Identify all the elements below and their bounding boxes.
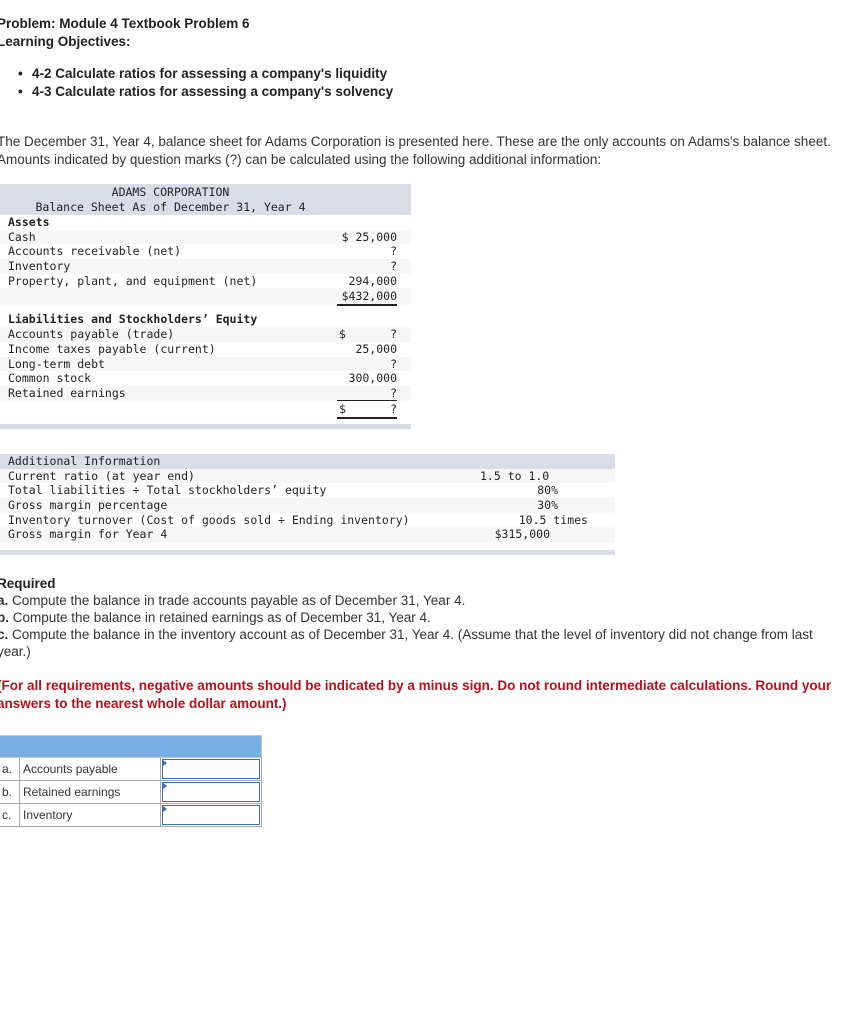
required-section: Required a. Compute the balance in trade… (0, 575, 847, 660)
balance-row: Retained earnings? (0, 385, 411, 401)
answer-table: a. Accounts payable b. Retained earnings… (0, 735, 262, 827)
row-label: Common stock (8, 371, 92, 386)
row-amount: ? (390, 244, 397, 259)
table-footer-bar (0, 423, 411, 429)
info-label: Total liabilities ÷ Total stockholders’ … (8, 483, 327, 498)
balance-sheet-subtitle: Balance Sheet As of December 31, Year 4 (35, 199, 306, 214)
currency-sign: $ (339, 327, 346, 342)
info-row: Current ratio (at year end) 1.5 to 1.0 (0, 468, 615, 484)
answer-table-header (0, 735, 262, 758)
assets-heading: Assets (0, 215, 411, 230)
learning-objectives-list: 4-2 Calculate ratios for assessing a com… (18, 65, 393, 101)
problem-intro: The December 31, Year 4, balance sheet f… (0, 134, 831, 167)
info-value: 1.5 to 1.0 (480, 468, 550, 483)
input-marker-icon (163, 760, 167, 766)
requirement-text: Compute the balance in trade accounts pa… (12, 593, 466, 608)
balance-row: Inventory? (0, 259, 411, 274)
info-label: Current ratio (at year end) (8, 468, 195, 483)
objective-item: 4-3 Calculate ratios for assessing a com… (18, 83, 393, 101)
row-amount: ? (337, 386, 397, 401)
balance-sheet: ADAMS CORPORATION Balance Sheet As of De… (0, 184, 411, 429)
requirement-letter: a. (0, 593, 9, 608)
assets-total: $432,000 (337, 288, 397, 307)
row-label: Cash (8, 229, 36, 244)
requirement-item: c. Compute the balance in the inventory … (0, 626, 847, 660)
info-value: 10.5 times (518, 512, 588, 527)
balance-row: Accounts receivable (net)? (0, 244, 411, 259)
info-value: $315,000 (494, 527, 550, 542)
additional-information: Additional Information Current ratio (at… (0, 454, 615, 555)
problem-header: Problem: Module 4 Textbook Problem 6 Lea… (0, 15, 250, 51)
liabilities-total-row: $? (0, 401, 411, 419)
info-label: Inventory turnover (Cost of goods sold ÷… (8, 512, 410, 527)
row-amount: $ 25,000 (341, 229, 397, 244)
info-row: Total liabilities ÷ Total stockholders’ … (0, 483, 615, 498)
amount-value: ? (390, 327, 397, 342)
balance-row: Property, plant, and equipment (net) 294,… (0, 274, 411, 289)
row-amount: $? (337, 327, 397, 342)
accounts-payable-input[interactable] (162, 759, 260, 779)
assets-total-row: $432,000 (0, 288, 411, 307)
row-label: Accounts payable (trade) (8, 327, 175, 342)
retained-earnings-input[interactable] (162, 782, 260, 802)
instructions-note: (For all requirements, negative amounts … (0, 678, 832, 711)
assets-heading-label: Assets (8, 215, 50, 229)
answer-label: Accounts payable (19, 757, 161, 781)
inventory-input[interactable] (162, 805, 260, 825)
problem-title: Problem: Module 4 Textbook Problem 6 (0, 16, 250, 31)
balance-row: Income taxes payable (current) 25,000 (0, 342, 411, 357)
row-label: Property, plant, and equipment (net) (8, 273, 258, 288)
requirement-text: Compute the balance in the inventory acc… (0, 627, 813, 659)
input-marker-icon (163, 783, 167, 789)
row-label: Long-term debt (8, 356, 105, 371)
additional-info-heading: Additional Information (0, 454, 615, 469)
answer-label: Inventory (19, 803, 161, 827)
requirement-letter: b. (0, 610, 9, 625)
row-amount: ? (390, 356, 397, 371)
requirement-text: Compute the balance in retained earnings… (12, 610, 431, 625)
info-row: Gross margin percentage 30% (0, 497, 615, 513)
row-amount: 300,000 (348, 371, 397, 386)
info-value: 80% (537, 483, 558, 498)
answer-letter: c. (0, 803, 20, 827)
requirement-letter: c. (0, 627, 9, 642)
liabilities-total: $? (337, 401, 397, 419)
info-label: Gross margin for Year 4 (8, 527, 168, 542)
balance-row: Long-term debt? (0, 356, 411, 372)
info-value: 30% (537, 497, 558, 512)
row-label: Inventory (8, 259, 71, 274)
balance-row: Accounts payable (trade) $? (0, 327, 411, 342)
answer-label: Retained earnings (19, 780, 161, 804)
answer-letter: b. (0, 780, 20, 804)
row-amount: 294,000 (337, 274, 397, 289)
answer-row: c. Inventory (0, 803, 262, 827)
row-amount: 25,000 (355, 341, 397, 356)
info-row: Gross margin for Year 4 $315,000 (0, 527, 615, 542)
info-label: Gross margin percentage (8, 497, 168, 512)
objectives-title: Learning Objectives: (0, 34, 131, 49)
balance-sheet-title: ADAMS CORPORATION Balance Sheet As of De… (0, 184, 411, 215)
balance-row: Common stock 300,000 (0, 371, 411, 386)
requirement-item: b. Compute the balance in retained earni… (0, 609, 847, 626)
balance-row: Cash $ 25,000 (0, 229, 411, 245)
liabilities-heading: Liabilities and Stockholders’ Equity (0, 312, 411, 327)
liabilities-heading-label: Liabilities and Stockholders’ Equity (8, 312, 258, 327)
requirement-item: a. Compute the balance in trade accounts… (0, 592, 847, 609)
row-label: Income taxes payable (current) (8, 341, 216, 356)
answer-row: a. Accounts payable (0, 757, 262, 781)
table-footer-bar (0, 549, 615, 555)
input-marker-icon (163, 806, 167, 812)
row-amount: ? (390, 259, 397, 274)
answer-row: b. Retained earnings (0, 780, 262, 804)
info-row: Inventory turnover (Cost of goods sold ÷… (0, 513, 615, 528)
required-title: Required (0, 576, 56, 591)
answer-letter: a. (0, 757, 20, 781)
row-label: Accounts receivable (net) (8, 244, 182, 259)
row-label: Retained earnings (8, 385, 126, 400)
currency-sign: $ (339, 401, 346, 416)
objective-item: 4-2 Calculate ratios for assessing a com… (18, 65, 393, 83)
amount-value: ? (390, 401, 397, 416)
company-name: ADAMS CORPORATION (111, 185, 230, 199)
